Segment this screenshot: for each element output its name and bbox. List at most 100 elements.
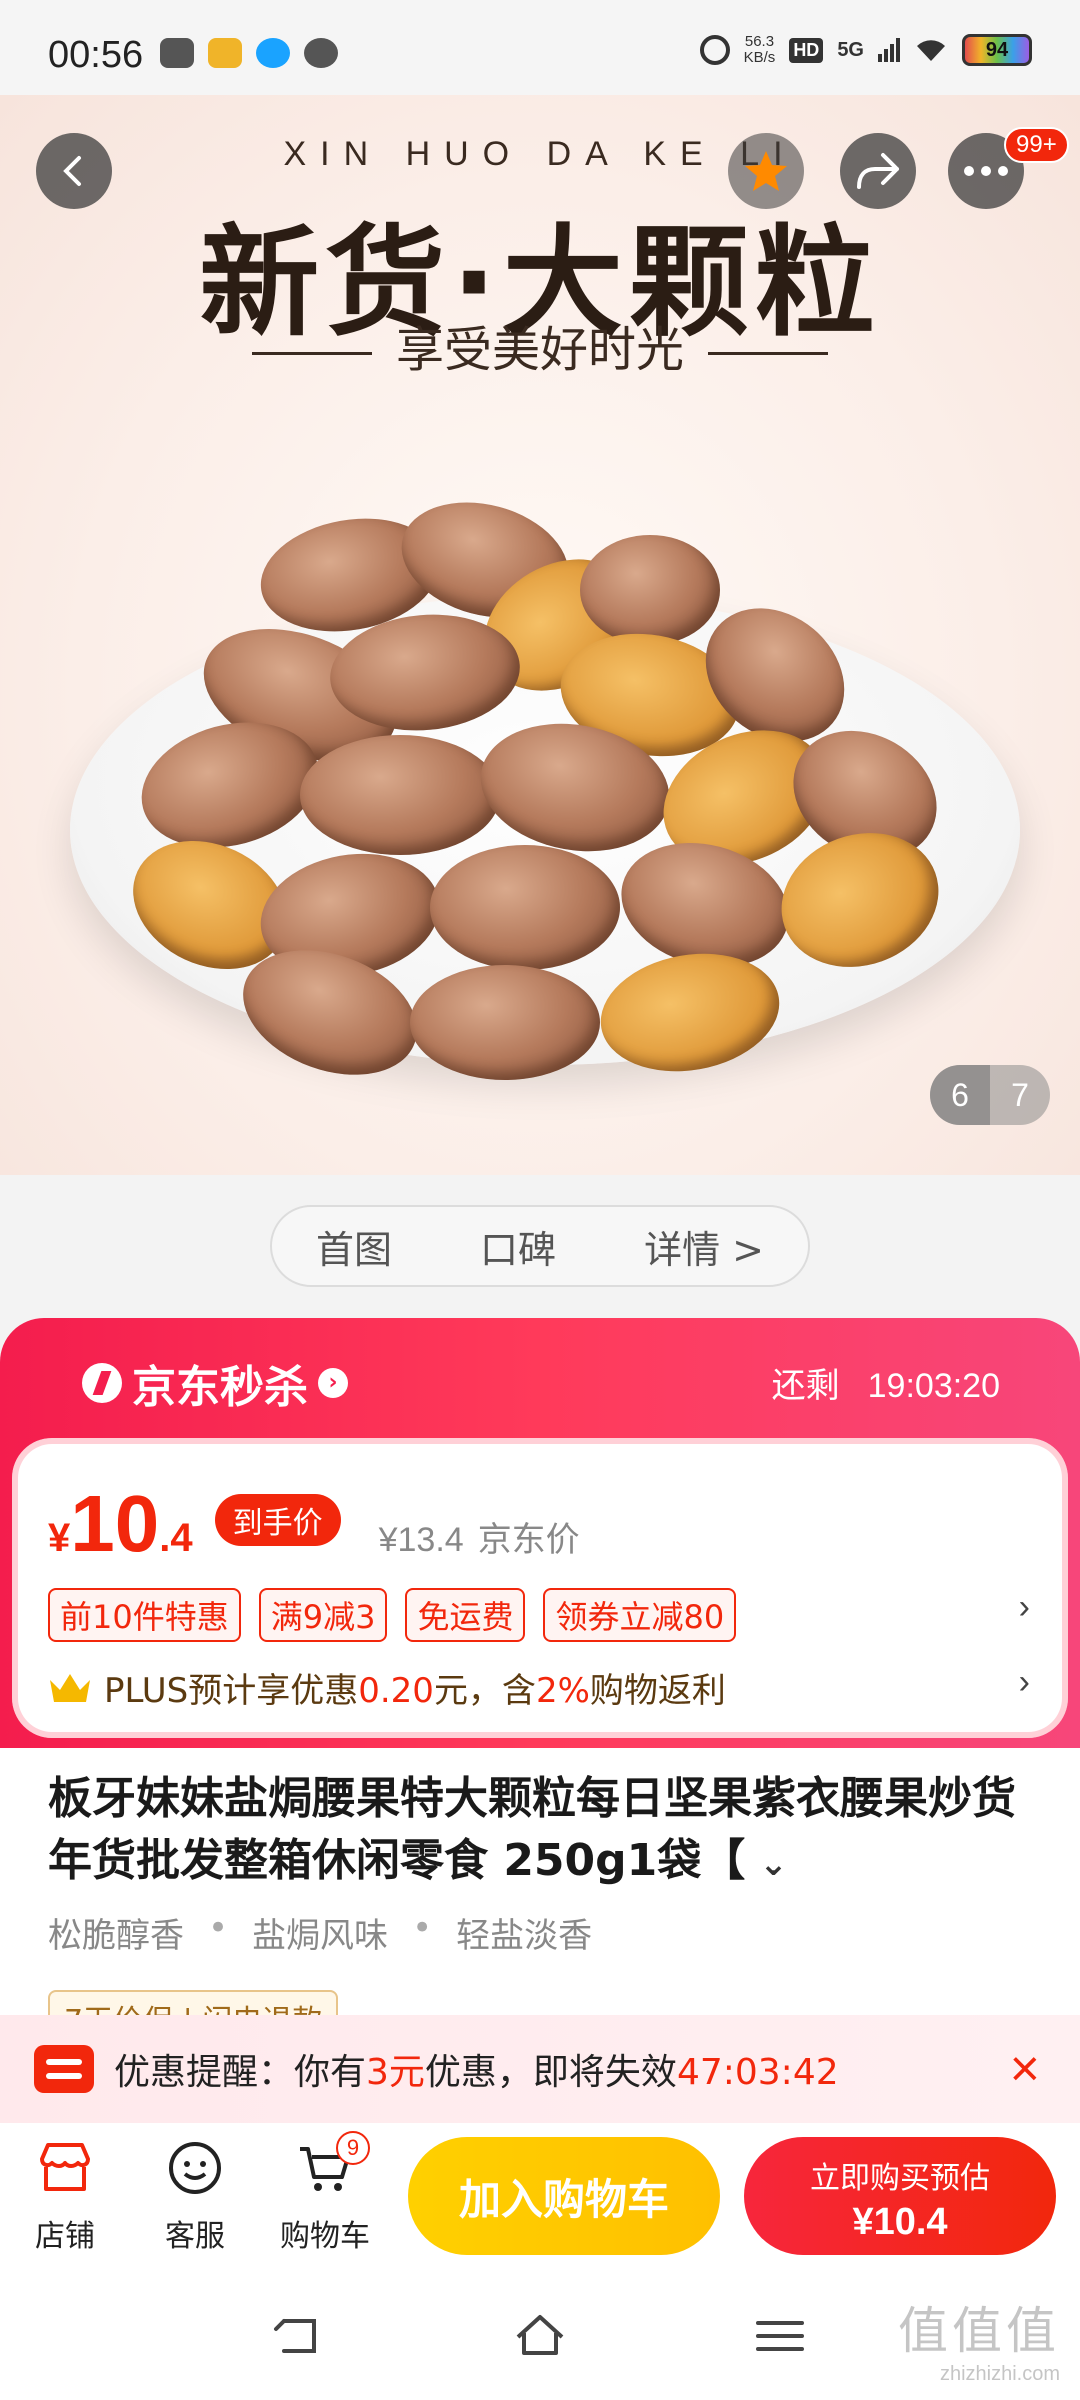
game-app-icon [208, 38, 242, 68]
notification-icons [160, 38, 338, 68]
final-price-tag: 到手价 [214, 1494, 341, 1546]
share-icon [857, 153, 899, 189]
reminder-prefix: 优惠提醒：你有 [114, 2052, 367, 2093]
tab-details[interactable]: 详情 > [644, 1219, 764, 1274]
feature-item: 盐焗风味 [252, 1916, 389, 1956]
plus-text: PLUS预计享优惠0.20元，含2%购物返利 [104, 1663, 726, 1712]
watermark-logo: 值值值 [898, 2302, 1060, 2360]
discount-reminder-bar[interactable]: 优惠提醒：你有3元优惠，即将失效47:03:42 × [0, 2015, 1080, 2123]
cart-label: 购物车 [280, 2219, 370, 2254]
back-nav-icon[interactable] [270, 2311, 330, 2361]
flash-sale-countdown: 还剩 19:03:20 [772, 1358, 1000, 1407]
watermark-url: zhizhizhi.com [939, 2363, 1060, 2385]
tab-main-image[interactable]: 首图 [316, 1219, 392, 1274]
star-icon [745, 151, 787, 191]
feature-separator: • [208, 1908, 229, 1948]
more-dots-icon [964, 166, 1008, 176]
price-decimal: .4 [159, 1516, 193, 1560]
flash-sale-card: 京东秒杀 › 还剩 19:03:20 ¥ 10 .4 到手价 ¥13.4 京东价 … [0, 1318, 1080, 1748]
feature-item: 轻盐淡香 [456, 1916, 593, 1956]
image-counter: 6 7 [930, 1065, 1050, 1125]
back-button[interactable] [36, 133, 112, 209]
image-total: 7 [1011, 1077, 1029, 1113]
crown-icon [50, 1673, 90, 1702]
chat-face-icon [169, 2142, 221, 2194]
customer-service-button[interactable]: 客服 [140, 2137, 250, 2255]
price-card: ¥ 10 .4 到手价 ¥13.4 京东价 前10件特惠 满9减3 免运费 领券… [12, 1438, 1068, 1738]
price-currency: ¥ [48, 1516, 71, 1560]
promo-tag: 满9减3 [258, 1588, 388, 1642]
reminder-text: 优惠提醒：你有3元优惠，即将失效47:03:42 [114, 2043, 839, 2095]
alarm-icon [699, 35, 730, 65]
network-speed: 56.3 KB/s [744, 34, 776, 66]
original-price: ¥13.4 [378, 1521, 464, 1559]
reminder-countdown: 47:03:42 [676, 2052, 839, 2093]
plus-text-3: 购物返利 [589, 1671, 726, 1711]
promo-chevron-icon[interactable]: › [1019, 1588, 1030, 1627]
promo-tag: 免运费 [405, 1588, 526, 1642]
product-features: 松脆醇香 • 盐焗风味 • 轻盐淡香 [48, 1908, 592, 1957]
buy-now-button[interactable]: 立即购买预估 ¥10.4 [744, 2137, 1056, 2255]
store-button[interactable]: 店铺 [10, 2137, 120, 2255]
hero-subtitle-text: 享受美好时光 [395, 322, 684, 378]
coupon-icon [34, 2045, 94, 2093]
countdown-time: 19:03:20 [867, 1367, 1000, 1405]
flash-sale-title: 京东秒杀 [132, 1362, 308, 1413]
qq-icon [256, 38, 290, 68]
buy-now-price: ¥10.4 [852, 2201, 948, 2243]
watermark: 值值值 zhizhizhi.com [898, 2291, 1060, 2386]
product-title[interactable]: 板牙妹妹盐焗腰果特大颗粒每日坚果紫衣腰果炒货年货批发整箱休闲零食 250g1袋【… [48, 1768, 1038, 1895]
price-row: ¥ 10 .4 到手价 ¥13.4 京东价 [48, 1478, 580, 1570]
reminder-amount: 3元 [366, 2052, 425, 2093]
feature-separator: • [412, 1908, 433, 1948]
signal-icon [878, 38, 900, 62]
network-type: 5G [837, 38, 864, 61]
store-label: 店铺 [35, 2219, 95, 2254]
promo-tag: 前10件特惠 [48, 1588, 241, 1642]
product-image-carousel[interactable]: XIN HUO DA KE LI 新货·大颗粒 享受美好时光 6 7 [0, 95, 1080, 1175]
wechat-icon [160, 38, 194, 68]
hero-pinyin: XIN HUO DA KE LI [283, 135, 797, 173]
buy-now-label: 立即购买预估 [810, 2161, 990, 2196]
store-icon [40, 2143, 90, 2191]
system-navigation-bar: 值值值 zhizhizhi.com [0, 2273, 1080, 2400]
product-title-text: 板牙妹妹盐焗腰果特大颗粒每日坚果紫衣腰果炒货年货批发整箱休闲零食 250g1袋【 [48, 1773, 1016, 1886]
plus-amount: 0.20 [358, 1671, 434, 1711]
message-icon [304, 38, 338, 68]
cart-count-badge: 9 [336, 2131, 370, 2165]
chevron-down-icon[interactable]: ⌄ [759, 1833, 788, 1895]
wifi-icon [917, 40, 945, 61]
chevron-right-icon: › [318, 1368, 348, 1398]
network-speed-value: 56.3 [744, 33, 775, 50]
plus-member-row[interactable]: PLUS预计享优惠0.20元，含2%购物返利 [48, 1663, 726, 1712]
close-icon[interactable]: × [1010, 2039, 1040, 2099]
flash-sale-logo-icon [82, 1363, 122, 1403]
plus-rate: 2% [535, 1671, 590, 1711]
plus-text-2: 元，含 [433, 1671, 536, 1711]
product-info: 板牙妹妹盐焗腰果特大颗粒每日坚果紫衣腰果炒货年货批发整箱休闲零食 250g1袋【… [0, 1748, 1080, 2048]
reminder-middle: 优惠，即将失效 [424, 2052, 677, 2093]
tab-reviews[interactable]: 口碑 [480, 1219, 556, 1274]
share-button[interactable] [840, 133, 916, 209]
message-count-badge: 99+ [1004, 127, 1069, 163]
image-index: 6 [930, 1065, 990, 1125]
promo-tag: 领券立减80 [543, 1588, 737, 1642]
plus-chevron-icon[interactable]: › [1019, 1663, 1030, 1702]
cart-button[interactable]: 9 购物车 [270, 2131, 380, 2255]
status-time: 00:56 [48, 34, 144, 76]
battery-icon: 94 [962, 34, 1032, 66]
network-speed-unit: KB/s [743, 49, 776, 66]
status-indicators: 56.3 KB/s HD 5G 94 [699, 34, 1032, 66]
status-bar: 00:56 56.3 KB/s HD 5G 94 [0, 0, 1080, 110]
flash-sale-header[interactable]: 京东秒杀 › [82, 1351, 348, 1415]
back-arrow-icon [63, 156, 81, 186]
promo-tags[interactable]: 前10件特惠 满9减3 免运费 领券立减80 [48, 1588, 737, 1642]
image-section-tabs: 首图 口碑 详情 > [270, 1205, 810, 1287]
price-integer: 10 [70, 1479, 160, 1568]
add-to-cart-button[interactable]: 加入购物车 [408, 2137, 720, 2255]
home-nav-icon[interactable] [510, 2311, 570, 2361]
menu-nav-icon[interactable] [750, 2311, 810, 2361]
original-price-label: 京东价 [477, 1520, 580, 1560]
favorite-button[interactable] [728, 133, 804, 209]
countdown-label: 还剩 [771, 1366, 840, 1406]
